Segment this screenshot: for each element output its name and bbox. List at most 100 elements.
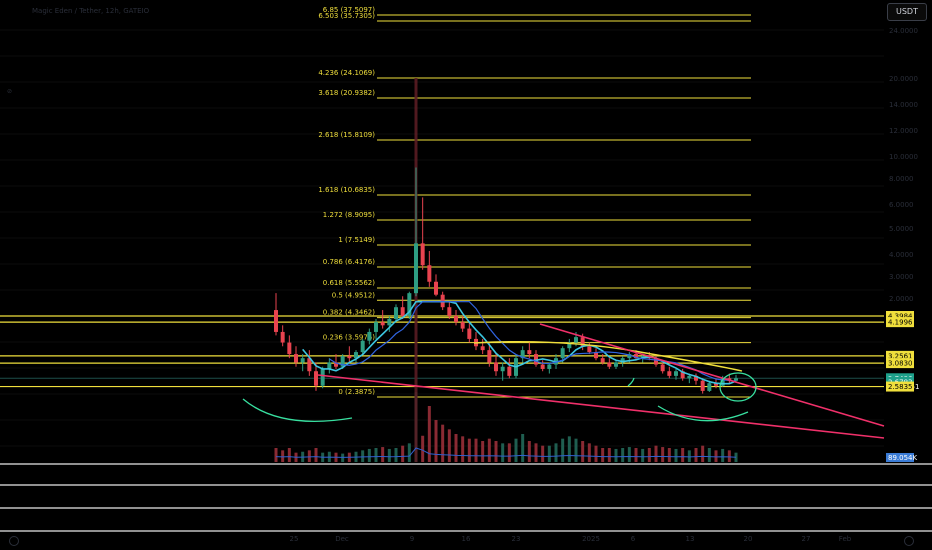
candle-body [454,315,458,323]
candle-body [347,356,352,359]
annotation-arc [242,398,353,422]
volume-bar [727,450,731,462]
volume-bar [627,447,631,462]
volume-bar [367,448,371,462]
volume-bar [274,448,278,462]
volume-bar [654,445,658,462]
volume-bar [381,447,385,462]
hide-icon[interactable]: ⊘ [7,88,12,95]
volume-bar [707,448,711,462]
volume-bar [694,448,698,462]
trendlines [317,323,885,439]
settings-icon[interactable] [9,536,19,546]
candle-body [327,362,332,369]
volume-bar [527,441,531,462]
volume-bar [361,450,365,462]
volume-bar [667,448,671,462]
symbol-title: Magic Eden / Tether, 12h, GATEIO [32,7,150,15]
candle-body [434,281,438,295]
y-tick-label: 24.0000 [889,27,918,35]
candle-body [607,362,612,367]
fib-level-label: 2.618 (15.8109) [318,131,375,139]
volume-bar [614,448,618,462]
volume-bar [394,448,398,462]
candle-body [414,243,418,294]
fib-levels: 6.85 (37.5097)6.503 (35.7305)4.236 (24.1… [318,6,751,398]
volume-bar [647,448,651,462]
volume-bar [721,448,725,462]
volume-bar [634,448,638,462]
fib-level-label: 0.382 (4.3462) [323,309,375,317]
volume-bar [687,450,691,462]
grid-lines [0,29,884,447]
currency-button[interactable]: USDT [887,3,927,21]
chart-area[interactable]: 24.0000 20.0000 14.0000 12.0000 10.0000 8.000… [0,0,932,550]
volume-bar [547,445,551,462]
volume-bar [287,448,291,462]
candle-body [427,265,432,282]
candle-body [420,243,425,266]
volume-bar [594,445,598,462]
volume-bar [554,443,558,462]
volume-bar [574,438,578,462]
fib-level-label: 4.236 (24.1069) [318,69,375,77]
fib-level-label: 6.503 (35.7305) [318,12,375,20]
volume-bar [621,448,625,462]
y-tick-label: 6.0000 [889,201,914,209]
candle-body [480,346,485,351]
volume-bar [434,420,438,462]
volume-bar [454,434,458,462]
candle-body [667,371,672,376]
fib-level-label: 0 (2.3875) [338,388,375,396]
candle-body [660,364,665,372]
volume-bar [281,450,285,462]
x-tick-label: 25 [290,535,299,543]
candle-body [447,307,452,316]
x-tick-label: 23 [512,535,521,543]
volume-bar [421,435,425,462]
y-tick-label: 14.0000 [889,101,918,109]
volume-bar [307,450,311,462]
candle-body [540,364,545,369]
fib-level-label: 0.786 (6.4176) [323,258,375,266]
volume-tag-label: 89.054K [888,454,917,462]
candle-body [507,366,512,376]
x-tick-label: Dec [335,535,349,543]
fib-level-label: 0.618 (5.5562) [323,279,375,287]
price-tag-label: 3.0830 [888,360,913,368]
candle-body [400,307,405,316]
lower-trendline [317,374,885,439]
y-tick-label: 12.0000 [889,127,918,135]
candle-body [367,331,372,341]
go-to-realtime-icon[interactable] [904,536,914,546]
volume-bar [714,450,718,462]
x-tick-label: 13 [686,535,695,543]
candle-body [674,371,678,376]
volume-bar [514,438,518,462]
y-tick-label: 2.0000 [889,295,914,303]
candle-body [734,378,738,381]
volume-bar [507,443,511,462]
volume-bar [374,448,378,462]
candle-body [387,318,392,326]
volume-bar [601,448,605,462]
candle-body [500,366,505,372]
candle-body [460,322,465,329]
y-tick-label: 4.0000 [889,251,914,259]
candle-body [687,375,692,379]
volume-bar [534,443,538,462]
volume-bar [487,438,491,462]
panel-separators [0,463,932,532]
candle-body [294,354,298,363]
candle-body [314,371,318,386]
volume-bar [474,438,478,462]
volume-bar [701,445,705,462]
candle-body [487,350,492,363]
volume-bar [401,445,405,462]
fib-level-label: 1.618 (10.6835) [318,186,375,194]
x-axis: 25 Dec 9 16 23 2025 6 13 20 27 Feb [290,535,852,543]
price-chart-svg[interactable]: 24.0000 20.0000 14.0000 12.0000 10.0000 8.000… [0,0,932,550]
candle-body [614,362,618,367]
volume-bar [387,448,391,462]
candle-body [374,322,378,332]
